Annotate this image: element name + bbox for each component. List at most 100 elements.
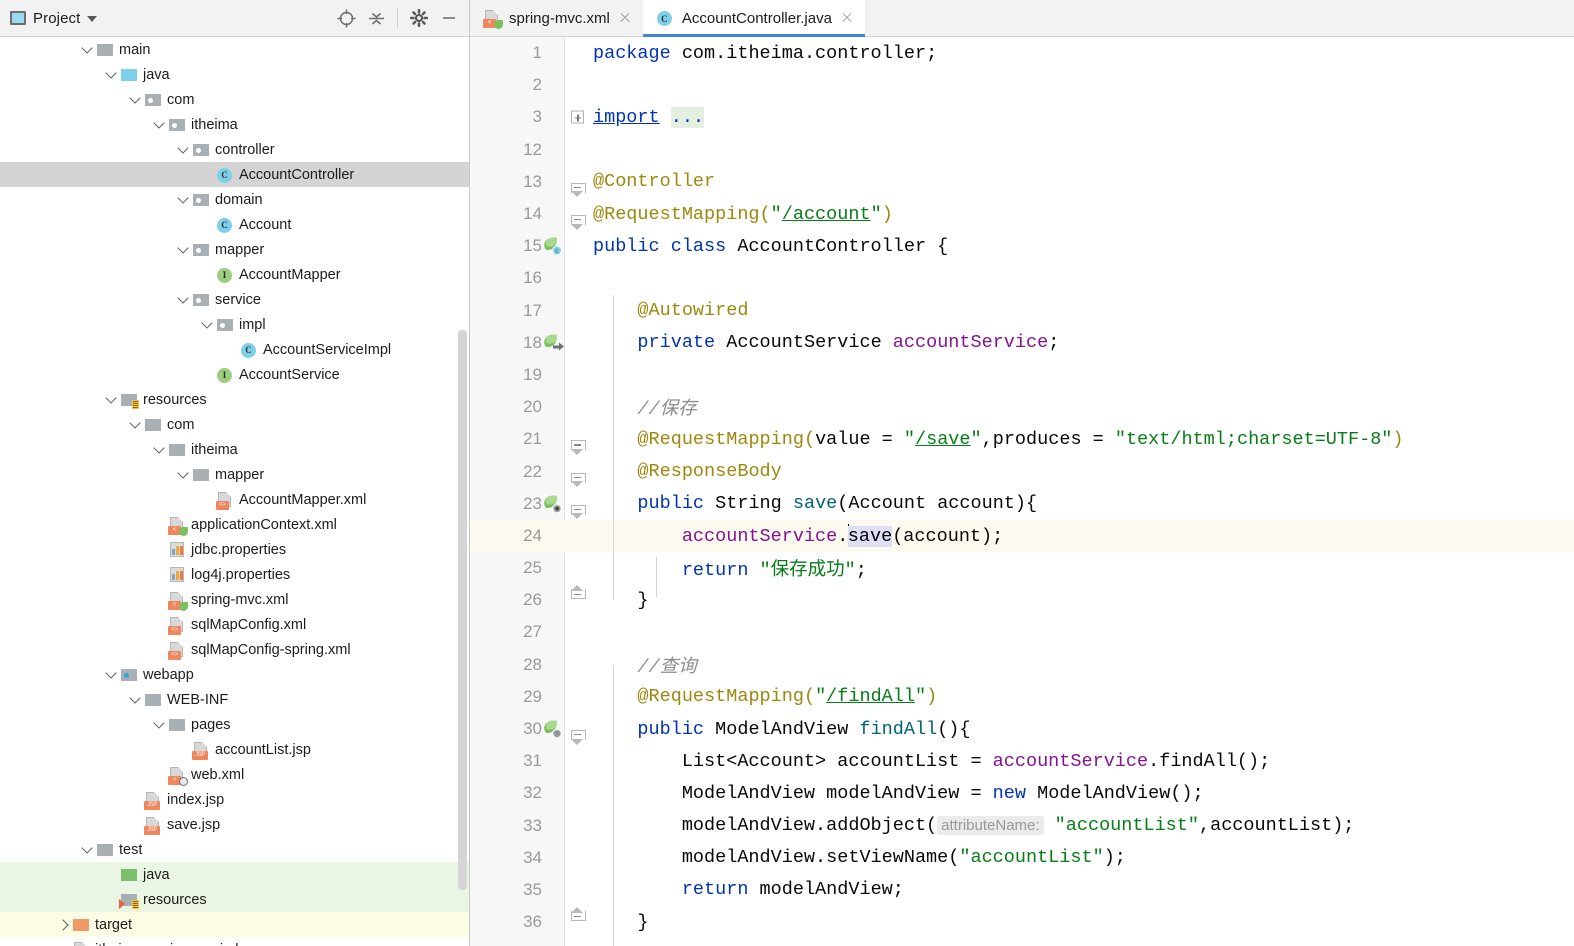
editor-tab-spring-mvc-xml[interactable]: < spring-mvc.xml <box>470 0 643 36</box>
tree-twisty-collapse[interactable] <box>152 717 168 733</box>
code-line[interactable]: 27 <box>470 616 1574 648</box>
code-line[interactable]: 24 accountService.save(account); <box>470 519 1574 552</box>
close-icon[interactable] <box>840 11 854 25</box>
tree-twisty-collapse[interactable] <box>80 842 96 858</box>
tree-node-pages[interactable]: pages <box>0 712 469 737</box>
tree-node-sqlmapconfig-spring-xml[interactable]: <> sqlMapConfig-spring.xml <box>0 637 469 662</box>
code-line[interactable]: 26 } <box>470 584 1574 616</box>
spring-bean-gutter-icon[interactable]: ◉ <box>542 495 562 514</box>
tree-node-resources[interactable]: resources <box>0 387 469 412</box>
code-line[interactable]: 14 @RequestMapping("/account") <box>470 198 1574 230</box>
tree-node-itheima[interactable]: itheima <box>0 437 469 462</box>
tree-node-accountmapper[interactable]: I AccountMapper <box>0 262 469 287</box>
tree-node-accountcontroller[interactable]: C AccountController <box>0 162 469 187</box>
project-tree[interactable]: main java com itheima controller C AccountCont… <box>0 37 469 946</box>
tree-node-log4j-properties[interactable]: log4j.properties <box>0 562 469 587</box>
code-line[interactable]: 31 List<Account> accountList = accountSe… <box>470 745 1574 777</box>
tree-node-accountserviceimpl[interactable]: C AccountServiceImpl <box>0 337 469 362</box>
code-line[interactable]: 32 ModelAndView modelAndView = new Model… <box>470 777 1574 809</box>
code-line[interactable]: 35 return modelAndView; <box>470 874 1574 906</box>
tree-node-com[interactable]: com <box>0 412 469 437</box>
tree-node-java[interactable]: java <box>0 62 469 87</box>
code-line[interactable]: 25 return "保存成功"; <box>470 552 1574 584</box>
tree-node-target[interactable]: target <box>0 912 469 937</box>
tree-node-webapp[interactable]: webapp <box>0 662 469 687</box>
code-line[interactable]: 16 <box>470 262 1574 294</box>
project-panel-title-button[interactable]: Project <box>10 10 98 27</box>
code-line[interactable]: 19 <box>470 359 1574 391</box>
code-line[interactable]: 17 @Autowired <box>470 295 1574 327</box>
tree-twisty-collapse[interactable] <box>176 467 192 483</box>
tree-node-web-xml[interactable]: < web.xml <box>0 762 469 787</box>
code-line[interactable]: 23 ◉ public String save(Account account){ <box>470 488 1574 520</box>
tree-node-com[interactable]: com <box>0 87 469 112</box>
tree-node-main[interactable]: main <box>0 37 469 62</box>
tree-twisty-collapse[interactable] <box>128 692 144 708</box>
tree-twisty-collapse[interactable] <box>104 392 120 408</box>
tree-twisty-collapse[interactable] <box>80 42 96 58</box>
close-icon[interactable] <box>618 11 632 25</box>
tree-twisty-collapse[interactable] <box>128 417 144 433</box>
code-line[interactable]: 33 modelAndView.addObject(attributeName:… <box>470 810 1574 842</box>
tree-twisty-collapse[interactable] <box>128 92 144 108</box>
tree-node-controller[interactable]: controller <box>0 137 469 162</box>
tree-twisty-collapse[interactable] <box>176 192 192 208</box>
tree-twisty-collapse[interactable] <box>152 117 168 133</box>
spring-bean-gutter-icon[interactable] <box>542 334 564 351</box>
project-tree-scrollbar[interactable] <box>458 330 467 890</box>
spring-bean-gutter-icon[interactable]: c <box>542 237 562 256</box>
tree-node-jdbc-properties[interactable]: jdbc.properties <box>0 537 469 562</box>
code-line[interactable]: 13 @Controller <box>470 166 1574 198</box>
locate-in-tree-icon[interactable] <box>332 4 360 32</box>
code-line[interactable]: 12 <box>470 134 1574 166</box>
tree-node-impl[interactable]: impl <box>0 312 469 337</box>
code-line[interactable]: 22 @ResponseBody <box>470 455 1574 487</box>
code-line[interactable]: 36 } <box>470 906 1574 938</box>
tree-node-java[interactable]: java <box>0 862 469 887</box>
tree-twisty-collapse[interactable] <box>104 67 120 83</box>
tree-node-itheima-springmvc-iml[interactable]: <> itheima_springmvc.iml <box>0 937 469 946</box>
tree-node-save-jsp[interactable]: JSP save.jsp <box>0 812 469 837</box>
tree-twisty-collapse[interactable] <box>104 667 120 683</box>
code-line[interactable]: 1 package com.itheima.controller; <box>470 37 1574 69</box>
tree-twisty-collapse[interactable] <box>176 292 192 308</box>
tree-node-spring-mvc-xml[interactable]: < spring-mvc.xml <box>0 587 469 612</box>
tree-node-accountmapper-xml[interactable]: <> AccountMapper.xml <box>0 487 469 512</box>
tree-node-domain[interactable]: domain <box>0 187 469 212</box>
code-editor[interactable]: 1 package com.itheima.controller; 2 3 import… <box>470 37 1574 946</box>
code-line[interactable]: 3 import ... <box>470 101 1574 133</box>
tree-twisty-collapse[interactable] <box>176 142 192 158</box>
code-line[interactable]: 34 modelAndView.setViewName("accountList… <box>470 842 1574 874</box>
code-lines[interactable]: 1 package com.itheima.controller; 2 3 import… <box>470 37 1574 938</box>
collapse-all-icon[interactable] <box>362 4 390 32</box>
tree-node-test[interactable]: test <box>0 837 469 862</box>
tree-node-accountservice[interactable]: I AccountService <box>0 362 469 387</box>
spring-bean-gutter-icon[interactable]: ◎ <box>542 720 562 739</box>
tree-node-sqlmapconfig-xml[interactable]: <> sqlMapConfig.xml <box>0 612 469 637</box>
code-line[interactable]: 2 <box>470 69 1574 101</box>
code-line[interactable]: 28 //查询 <box>470 649 1574 681</box>
hide-panel-icon[interactable] <box>435 4 463 32</box>
tree-twisty-expand[interactable] <box>56 917 72 933</box>
tree-node-applicationcontext-xml[interactable]: < applicationContext.xml <box>0 512 469 537</box>
tree-node-index-jsp[interactable]: JSP index.jsp <box>0 787 469 812</box>
editor-tab-accountcontroller-java[interactable]: C AccountController.java <box>642 0 866 37</box>
tree-twisty-collapse[interactable] <box>152 442 168 458</box>
code-line[interactable]: 21 @RequestMapping(value = "/save",produ… <box>470 423 1574 455</box>
settings-gear-icon[interactable] <box>405 4 433 32</box>
code-line[interactable]: 30 ◎ public ModelAndView findAll(){ <box>470 713 1574 745</box>
tree-node-resources[interactable]: resources <box>0 887 469 912</box>
tree-node-mapper[interactable]: mapper <box>0 462 469 487</box>
tree-node-account[interactable]: C Account <box>0 212 469 237</box>
fold-expand-icon[interactable] <box>571 110 584 124</box>
code-line[interactable]: 29 @RequestMapping("/findAll") <box>470 681 1574 713</box>
tree-node-service[interactable]: service <box>0 287 469 312</box>
chevron-down-icon[interactable] <box>87 16 98 22</box>
tree-twisty-collapse[interactable] <box>176 242 192 258</box>
code-line[interactable]: 18 private AccountService accountService… <box>470 327 1574 359</box>
code-line[interactable]: 15 c public class AccountController { <box>470 230 1574 262</box>
tree-node-itheima[interactable]: itheima <box>0 112 469 137</box>
code-line[interactable]: 20 //保存 <box>470 391 1574 423</box>
tree-node-web-inf[interactable]: WEB-INF <box>0 687 469 712</box>
tree-node-accountlist-jsp[interactable]: JSP accountList.jsp <box>0 737 469 762</box>
